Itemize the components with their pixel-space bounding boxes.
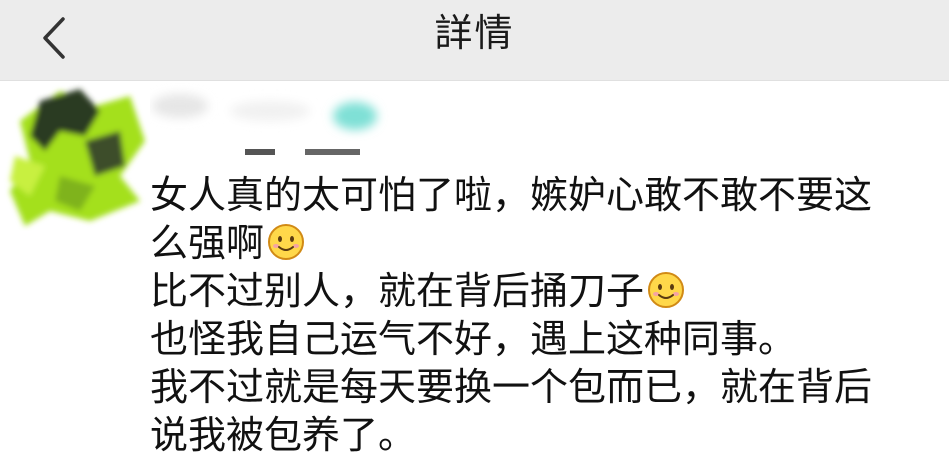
post-line: 也怪我自己运气不好，遇上这种同事。 xyxy=(150,317,797,361)
post-line: 说我被包养了。 xyxy=(150,413,417,456)
post-detail: 女人真的太可怕了啦，嫉妒心敢不敢不要这 么强啊 比不过别人，就在背后捅刀子 也怪… xyxy=(0,81,949,456)
post-line: 我不过就是每天要换一个包而已，就在背后 xyxy=(150,365,873,409)
smiley-emoji-icon xyxy=(648,272,685,308)
post-text: 女人真的太可怕了啦，嫉妒心敢不敢不要这 么强啊 比不过别人，就在背后捅刀子 也怪… xyxy=(150,171,940,456)
post-line: 比不过别人，就在背后捅刀子 xyxy=(150,267,940,315)
smiley-emoji-icon xyxy=(268,224,305,260)
post-line: 么强啊 xyxy=(150,219,940,267)
nav-bar: 詳情 xyxy=(0,0,949,81)
post-line: 女人真的太可怕了啦，嫉妒心敢不敢不要这 xyxy=(150,173,873,217)
page-title: 詳情 xyxy=(434,11,515,55)
avatar[interactable] xyxy=(0,81,150,231)
username-redacted[interactable] xyxy=(150,81,410,171)
